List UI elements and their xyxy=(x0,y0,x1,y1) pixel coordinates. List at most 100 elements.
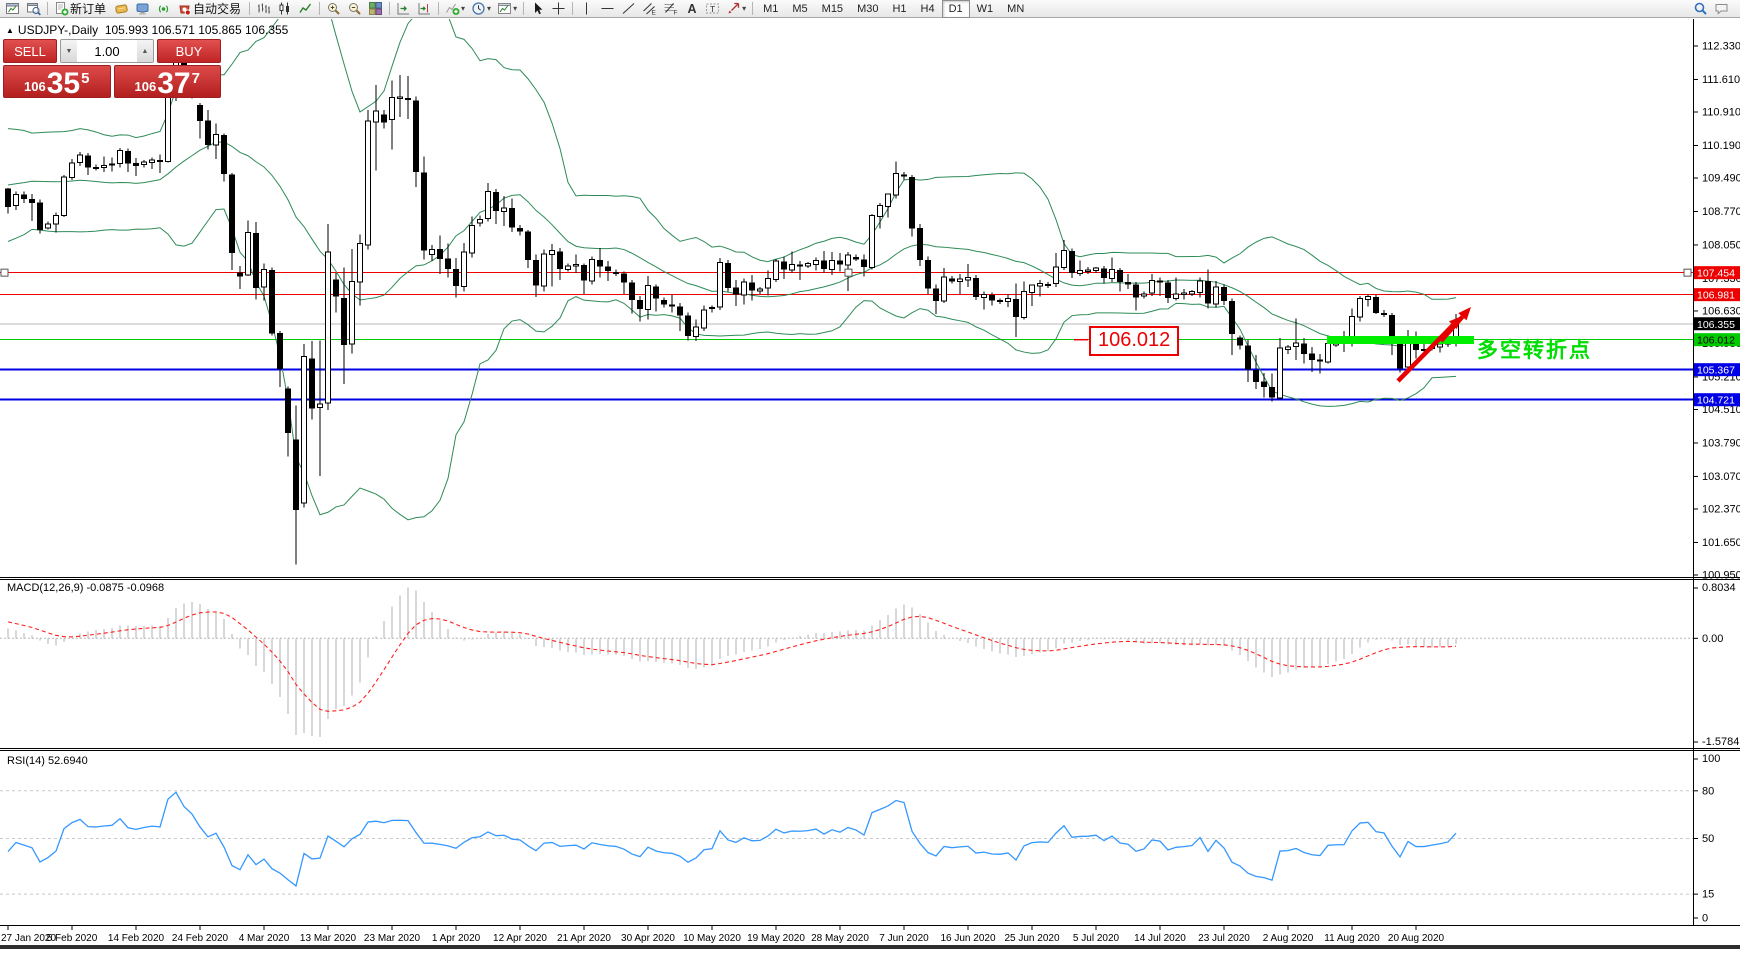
buy-price-base: 106 xyxy=(135,80,157,93)
candle xyxy=(382,115,387,122)
candle xyxy=(294,440,299,509)
timeframe-w1-button[interactable]: W1 xyxy=(970,0,1001,18)
candle xyxy=(510,209,515,227)
x-axis-label: 20 Aug 2020 xyxy=(1388,933,1445,944)
candle xyxy=(6,189,11,206)
periods-button[interactable]: ▾ xyxy=(468,0,494,18)
candlestick-chart-button[interactable] xyxy=(274,0,295,18)
candle xyxy=(1262,382,1267,387)
new-order-button[interactable]: 新订单 xyxy=(51,0,111,18)
price-axis[interactable]: 112.330111.610110.910110.190109.490108.7… xyxy=(1693,41,1740,582)
candle xyxy=(990,296,995,300)
cursor-icon xyxy=(530,1,545,16)
rsi-axis-level: 80 xyxy=(1702,785,1714,797)
time-axis[interactable]: 27 Jan 20205 Feb 202014 Feb 202024 Feb 2… xyxy=(1,926,1445,944)
bollinger-lower-line xyxy=(8,209,1456,520)
timeframe-m5-button[interactable]: M5 xyxy=(785,0,814,18)
candle xyxy=(1318,360,1323,361)
timeframe-m15-button[interactable]: M15 xyxy=(815,0,850,18)
candle xyxy=(374,111,379,122)
bluewin-icon xyxy=(135,1,150,16)
candle xyxy=(1302,344,1307,353)
candle xyxy=(870,216,875,268)
rsi-indicator-label: RSI(14) 52.6940 xyxy=(7,755,88,767)
chevron-down-icon: ▾ xyxy=(487,4,491,13)
x-axis-label: 5 Feb 2020 xyxy=(47,933,98,944)
signals-button[interactable] xyxy=(153,0,174,18)
support-band-annotation[interactable] xyxy=(1327,336,1474,344)
chart-shift-button[interactable] xyxy=(414,0,435,18)
bars-icon xyxy=(256,1,271,16)
candle xyxy=(926,260,931,288)
timeframe-h1-button[interactable]: H1 xyxy=(885,0,913,18)
candle xyxy=(966,278,971,280)
candle xyxy=(1438,344,1443,347)
candle xyxy=(414,101,419,172)
vertical-line-button[interactable] xyxy=(576,0,597,18)
arrows-button[interactable]: ▾ xyxy=(723,0,749,18)
y-axis-label: 106.630 xyxy=(1702,305,1740,317)
candle xyxy=(214,134,219,145)
candle xyxy=(470,225,475,252)
metaeditor-button[interactable] xyxy=(111,0,132,18)
search-icon[interactable] xyxy=(1690,0,1711,18)
fibonacci-button[interactable]: F xyxy=(660,0,681,18)
templates-button[interactable]: ▾ xyxy=(494,0,520,18)
line-selection-handle[interactable] xyxy=(845,269,852,276)
candle xyxy=(750,283,755,290)
candle xyxy=(1126,283,1131,284)
tile-windows-button[interactable] xyxy=(365,0,386,18)
line-selection-handle[interactable] xyxy=(1684,269,1691,276)
text-label-button[interactable]: T xyxy=(702,0,723,18)
buy-price-button[interactable]: 106 37 7 xyxy=(114,65,222,98)
auto-trading-button[interactable]: 自动交易 xyxy=(174,0,246,18)
indicators-button[interactable]: ▾ xyxy=(442,0,468,18)
buy-button[interactable]: BUY xyxy=(157,39,221,63)
macd-axis-max: 0.8034 xyxy=(1702,582,1736,594)
profiles-button[interactable] xyxy=(23,0,44,18)
chart-title-text: USDJPY-,Daily 105.993 106.571 105.865 10… xyxy=(18,23,288,37)
equidistant-channel-button[interactable]: E xyxy=(639,0,660,18)
chart-canvas[interactable]: 112.330111.610110.910110.190109.490108.7… xyxy=(0,18,1740,954)
volume-up-button[interactable]: ▲ xyxy=(137,40,153,62)
timeframe-m30-button[interactable]: M30 xyxy=(850,0,885,18)
volume-down-button[interactable]: ▼ xyxy=(61,40,77,62)
candle xyxy=(1006,298,1011,301)
candle xyxy=(1230,302,1235,334)
candle xyxy=(1022,291,1027,317)
volume-input[interactable]: 1.00 xyxy=(77,40,137,62)
timeframe-mn-button[interactable]: MN xyxy=(1000,0,1031,18)
collapse-triangle-icon[interactable]: ▲ xyxy=(6,26,14,35)
price-level-badge-text: 106.012 xyxy=(1697,335,1735,347)
auto-scroll-button[interactable] xyxy=(393,0,414,18)
crosshair-button[interactable] xyxy=(548,0,569,18)
bollinger-bands[interactable] xyxy=(8,18,1456,520)
candle xyxy=(62,177,67,216)
timeframe-d1-button[interactable]: D1 xyxy=(942,0,970,18)
line-chart-button[interactable] xyxy=(295,0,316,18)
sell-price-button[interactable]: 106 35 5 xyxy=(3,65,111,98)
zoom-in-button[interactable] xyxy=(323,0,344,18)
y-axis-label: 103.790 xyxy=(1702,437,1740,449)
timeframe-m1-button[interactable]: M1 xyxy=(756,0,785,18)
sell-button[interactable]: SELL xyxy=(3,39,57,63)
candle xyxy=(726,264,731,288)
timeframe-h4-button[interactable]: H4 xyxy=(914,0,942,18)
candle xyxy=(446,259,451,269)
zoom-out-button[interactable] xyxy=(344,0,365,18)
terminal-button[interactable] xyxy=(132,0,153,18)
cursor-button[interactable] xyxy=(527,0,548,18)
y-axis-label: 101.650 xyxy=(1702,537,1740,549)
horizontal-line-button[interactable] xyxy=(597,0,618,18)
x-axis-label: 14 Jul 2020 xyxy=(1134,933,1186,944)
bar-chart-button[interactable] xyxy=(253,0,274,18)
new-chart-button[interactable] xyxy=(2,0,23,18)
trendline-button[interactable] xyxy=(618,0,639,18)
line-selection-handle[interactable] xyxy=(1,269,8,276)
price-annotation-box[interactable]: 106.012 xyxy=(1089,326,1179,356)
x-axis-label: 5 Jul 2020 xyxy=(1073,933,1120,944)
chinese-annotation-text[interactable]: 多空转折点 xyxy=(1477,334,1592,364)
chat-icon[interactable] xyxy=(1711,0,1732,18)
candle xyxy=(198,106,203,121)
text-button[interactable]: A xyxy=(681,0,702,18)
